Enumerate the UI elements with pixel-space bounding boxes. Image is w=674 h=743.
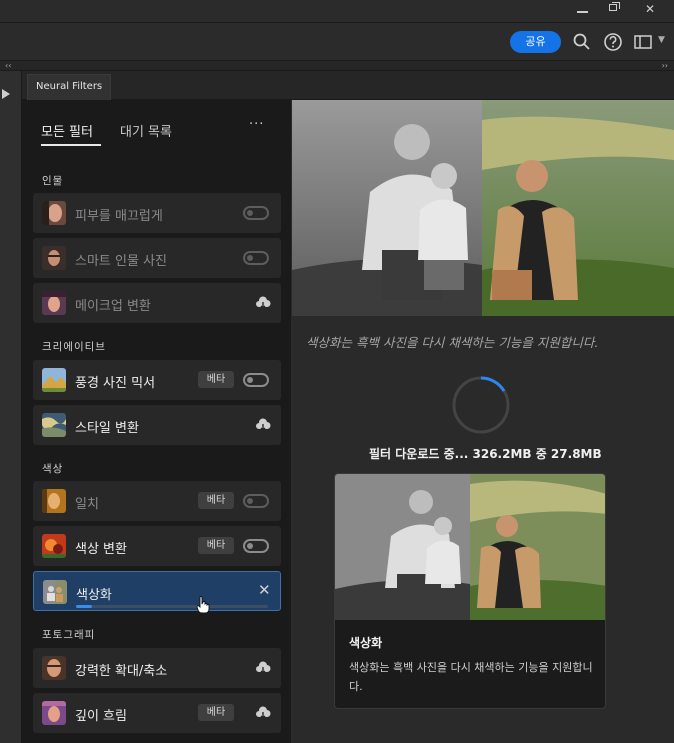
filter-label: 피부를 매끄럽게	[75, 209, 163, 224]
filter-row-colorize[interactable]: 색상화 ✕	[33, 571, 281, 614]
style-transfer-thumbnail	[42, 413, 66, 437]
tab-waitlist[interactable]: 대기 목록	[120, 121, 172, 140]
filter-row-makeup-transfer[interactable]: 메이크업 변환	[33, 283, 281, 323]
filter-toggle[interactable]	[243, 373, 269, 387]
super-zoom-thumbnail	[42, 656, 66, 680]
filter-row-style-transfer[interactable]: 스타일 변환	[33, 405, 281, 445]
close-window-button[interactable]: ✕	[632, 0, 668, 18]
hand-cursor-icon	[196, 596, 210, 614]
filter-list-panel: 모든 필터 대기 목록 ··· 인물 피부를 매끄럽게 스마트 인물 사진 메이…	[22, 100, 291, 743]
colorize-hero-image	[292, 100, 674, 316]
smart-portrait-thumbnail	[42, 246, 66, 270]
filter-label: 색상 변환	[75, 542, 127, 557]
download-progress-fill	[76, 605, 93, 608]
active-tab-indicator	[41, 144, 101, 146]
chevron-down-icon[interactable]: ▼	[658, 35, 674, 55]
card-description: 색상화는 흑백 사진을 다시 채색하는 기능을 지원합니다.	[349, 661, 593, 693]
category-creative: 크리에이티브	[42, 341, 106, 353]
filter-row-depth-blur[interactable]: 깊이 흐림 베타	[33, 693, 281, 733]
panel-tab-row: Neural Filters	[22, 71, 674, 100]
tab-neural-filters[interactable]: Neural Filters	[27, 74, 112, 100]
beta-badge: 베타	[198, 371, 234, 388]
cloud-download-icon[interactable]	[255, 295, 271, 311]
makeup-transfer-thumbnail	[42, 291, 66, 315]
minimize-icon[interactable]	[567, 0, 599, 18]
landscape-mixer-thumbnail	[42, 368, 66, 392]
colorize-card-image	[335, 474, 605, 620]
tab-all-filters[interactable]: 모든 필터	[41, 121, 93, 140]
beta-badge: 베타	[198, 537, 234, 554]
options-bar: 공유 ▼	[0, 22, 674, 60]
cloud-download-icon[interactable]	[255, 417, 271, 433]
filter-description: 색상화는 흑백 사진을 다시 채색하는 기능을 지원합니다.	[306, 335, 599, 350]
share-button[interactable]: 공유	[510, 31, 561, 53]
tool-column	[0, 71, 22, 743]
filter-label: 메이크업 변환	[75, 299, 151, 314]
filter-row-smart-portrait[interactable]: 스마트 인물 사진	[33, 238, 281, 278]
filter-info-card: 색상화 색상화는 흑백 사진을 다시 채색하는 기능을 지원합니다.	[334, 473, 606, 709]
colorize-thumbnail	[43, 580, 67, 604]
beta-badge: 베타	[198, 492, 234, 509]
filter-label: 풍경 사진 믹서	[75, 376, 156, 391]
filter-row-harmonization[interactable]: 일치 베타	[33, 481, 281, 521]
cloud-download-icon[interactable]	[255, 660, 271, 676]
window-titlebar: ✕	[0, 0, 674, 22]
skin-smoothing-thumbnail	[42, 201, 66, 225]
filter-label: 스마트 인물 사진	[75, 254, 167, 269]
filter-toggle[interactable]	[243, 539, 269, 553]
card-title: 색상화	[349, 636, 383, 650]
loading-spinner-icon	[452, 376, 510, 434]
filter-row-landscape-mixer[interactable]: 풍경 사진 믹서 베타	[33, 360, 281, 400]
filter-preview-panel: 색상화는 흑백 사진을 다시 채색하는 기능을 지원합니다. 필터 다운로드 중…	[291, 100, 674, 743]
search-icon[interactable]	[572, 32, 592, 52]
close-icon[interactable]: ✕	[258, 581, 271, 599]
expand-toolbar-icon[interactable]	[2, 89, 10, 99]
filter-label: 일치	[75, 497, 99, 512]
beta-badge: 베타	[198, 704, 234, 721]
panel-collapse-strip: ‹‹ ››	[0, 60, 674, 71]
filter-toggle[interactable]	[243, 494, 269, 508]
download-status-text: 필터 다운로드 중... 326.2MB 중 27.8MB	[369, 447, 602, 461]
color-transfer-thumbnail	[42, 534, 66, 558]
collapse-right-icon[interactable]: ››	[662, 61, 668, 71]
filter-toggle[interactable]	[243, 206, 269, 220]
more-options-icon[interactable]: ···	[249, 117, 264, 132]
filter-label: 깊이 흐림	[75, 709, 127, 724]
filter-row-color-transfer[interactable]: 색상 변환 베타	[33, 526, 281, 566]
download-progress-bar	[76, 605, 268, 608]
category-portrait: 인물	[42, 175, 64, 187]
help-icon[interactable]	[603, 32, 623, 52]
harmonization-thumbnail	[42, 489, 66, 513]
close-icon: ✕	[644, 2, 656, 16]
filter-row-super-zoom[interactable]: 강력한 확대/축소	[33, 648, 281, 688]
category-color: 색상	[42, 463, 64, 475]
panel-layout-icon[interactable]	[633, 32, 653, 52]
filter-label: 색상화	[76, 588, 112, 603]
collapse-left-icon[interactable]: ‹‹	[5, 61, 11, 71]
restore-icon[interactable]	[598, 0, 630, 18]
filter-label: 스타일 변환	[75, 421, 139, 436]
filter-toggle[interactable]	[243, 251, 269, 265]
depth-blur-thumbnail	[42, 701, 66, 725]
category-photography: 포토그래피	[42, 629, 96, 641]
filter-row-skin-smoothing[interactable]: 피부를 매끄럽게	[33, 193, 281, 233]
cloud-download-icon[interactable]	[255, 705, 271, 721]
filter-label: 강력한 확대/축소	[75, 664, 168, 679]
